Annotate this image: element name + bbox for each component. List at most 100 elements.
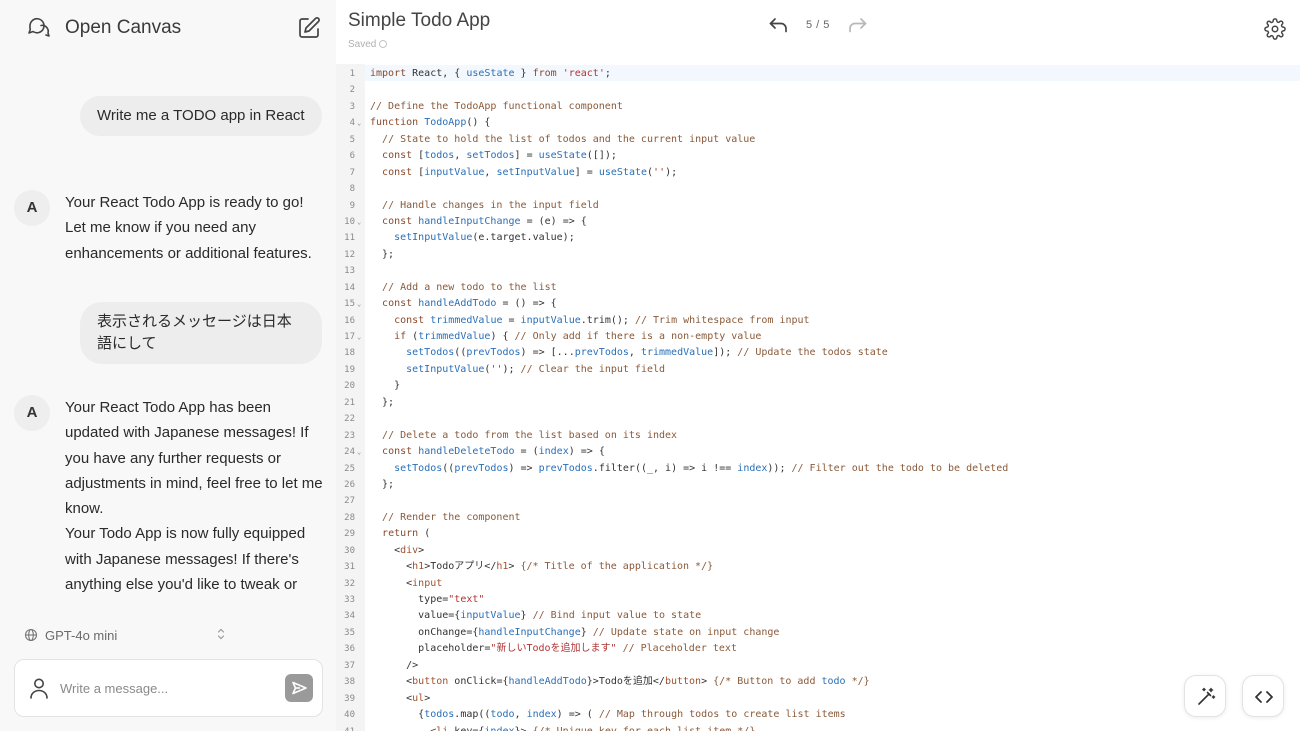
code-line[interactable]: 24 ⌄ const handleDeleteTodo = (index) => … bbox=[336, 444, 1300, 460]
code-line-text: }; bbox=[370, 248, 395, 260]
code-line[interactable]: 16 const trimmedValue = inputValue.trim(… bbox=[336, 313, 1300, 329]
code-line-text: // Render the component bbox=[382, 511, 521, 523]
code-line-text: <h1>Todoアプリ</h1> {/* Title of the applic… bbox=[370, 561, 714, 573]
line-number: 22 bbox=[344, 414, 355, 425]
code-line-text: // Add a new todo to the list bbox=[382, 281, 557, 293]
code-line[interactable]: 1 import React, { useState } from 'react'… bbox=[336, 66, 1300, 82]
code-line[interactable]: 6 const [todos, setTodos] = useState([])… bbox=[336, 148, 1300, 164]
code-line[interactable]: 14 // Add a new todo to the list bbox=[336, 280, 1300, 296]
code-editor[interactable]: 1 import React, { useState } from 'react'… bbox=[336, 64, 1300, 731]
new-chat-icon[interactable] bbox=[296, 15, 322, 41]
code-line[interactable]: 35 onChange={handleInputChange} // Updat… bbox=[336, 625, 1300, 641]
fold-chevron-icon[interactable]: ⌄ bbox=[357, 444, 361, 460]
chat-panel: Open Canvas Write me a TODO app in React… bbox=[0, 0, 336, 731]
code-line[interactable]: 8 bbox=[336, 181, 1300, 197]
code-line[interactable]: 7 const [inputValue, setInputValue] = us… bbox=[336, 165, 1300, 181]
fold-chevron-icon[interactable]: ⌄ bbox=[357, 115, 361, 131]
code-line[interactable]: 41 <li key={index}> {/* Unique key for e… bbox=[336, 724, 1300, 731]
gear-icon[interactable] bbox=[1264, 18, 1286, 40]
code-line[interactable]: 22 bbox=[336, 411, 1300, 427]
saved-check-icon bbox=[379, 40, 388, 48]
code-line[interactable]: 25 setTodos((prevTodos) => prevTodos.fil… bbox=[336, 461, 1300, 477]
code-line[interactable]: 30 <div> bbox=[336, 543, 1300, 559]
code-line-text: <div> bbox=[370, 544, 425, 556]
line-number: 15 bbox=[344, 299, 355, 310]
code-line-text: setInputValue(''); // Clear the input fi… bbox=[406, 363, 666, 375]
user-icon bbox=[30, 678, 48, 699]
code-line[interactable]: 3 // Define the TodoApp functional compon… bbox=[336, 99, 1300, 115]
code-view-button[interactable] bbox=[1242, 675, 1284, 717]
line-number: 30 bbox=[344, 545, 355, 556]
code-line[interactable]: 21 }; bbox=[336, 395, 1300, 411]
code-line-text: <input bbox=[370, 577, 443, 589]
code-line[interactable]: 37 /> bbox=[336, 658, 1300, 674]
save-status: Saved bbox=[348, 39, 388, 50]
code-line-text: setTodos((prevTodos) => [...prevTodos, t… bbox=[406, 347, 888, 359]
code-line[interactable]: 34 value={inputValue} // Bind input valu… bbox=[336, 608, 1300, 624]
fold-chevron-icon[interactable]: ⌄ bbox=[357, 296, 361, 312]
line-number: 3 bbox=[349, 101, 355, 112]
code-line[interactable]: 5 // State to hold the list of todos and… bbox=[336, 132, 1300, 148]
save-status-text: Saved bbox=[348, 39, 377, 50]
code-line[interactable]: 38 <button onClick={handleAddTodo}>Todoを… bbox=[336, 674, 1300, 690]
assistant-avatar: A bbox=[14, 190, 50, 226]
user-message: 表示されるメッセージは日本語にして bbox=[80, 302, 322, 364]
code-line-text: setInputValue(e.target.value); bbox=[394, 232, 575, 244]
code-line[interactable]: 32 <input bbox=[336, 576, 1300, 592]
line-number: 1 bbox=[349, 69, 355, 79]
code-line[interactable]: 10 ⌄ const handleInputChange = (e) => { bbox=[336, 214, 1300, 230]
line-number: 20 bbox=[344, 381, 355, 392]
code-line[interactable]: 39 <ul> bbox=[336, 691, 1300, 707]
code-line-text: // State to hold the list of todos and t… bbox=[382, 133, 756, 145]
code-line[interactable]: 40 {todos.map((todo, index) => ( // Map … bbox=[336, 707, 1300, 723]
magic-wand-button[interactable] bbox=[1184, 675, 1226, 717]
chat-bubbles-icon bbox=[28, 18, 50, 37]
line-number: 40 bbox=[344, 710, 355, 721]
code-line-text: type="text" bbox=[370, 594, 485, 605]
app-title: Open Canvas bbox=[65, 17, 182, 38]
code-line[interactable]: 17 ⌄ if (trimmedValue) { // Only add if t… bbox=[336, 329, 1300, 345]
line-number: 35 bbox=[344, 627, 355, 638]
code-line[interactable]: 29 return ( bbox=[336, 526, 1300, 542]
line-number: 10 bbox=[344, 216, 355, 227]
code-line[interactable]: 15 ⌄ const handleAddTodo = () => { bbox=[336, 296, 1300, 312]
code-line-text: placeholder="新しいTodoを追加します" // Placehold… bbox=[370, 643, 737, 655]
fold-chevron-icon[interactable]: ⌄ bbox=[357, 214, 361, 230]
code-line-text: const handleDeleteTodo = (index) => { bbox=[382, 446, 605, 458]
undo-icon[interactable] bbox=[768, 16, 788, 34]
document-title: Simple Todo App bbox=[348, 10, 491, 31]
code-line[interactable]: 28 // Render the component bbox=[336, 510, 1300, 526]
code-line[interactable]: 2 bbox=[336, 82, 1300, 98]
code-line[interactable]: 31 <h1>Todoアプリ</h1> {/* Title of the app… bbox=[336, 559, 1300, 575]
code-line-text: }; bbox=[370, 396, 395, 408]
code-line[interactable]: 12 }; bbox=[336, 247, 1300, 263]
line-number: 36 bbox=[344, 644, 355, 655]
code-line[interactable]: 23 // Delete a todo from the list based … bbox=[336, 428, 1300, 444]
code-line[interactable]: 13 bbox=[336, 263, 1300, 279]
line-number: 37 bbox=[344, 660, 355, 671]
fold-chevron-icon[interactable]: ⌄ bbox=[357, 329, 361, 345]
message-input[interactable] bbox=[60, 678, 270, 698]
line-number: 7 bbox=[349, 167, 355, 178]
code-line[interactable]: 20 } bbox=[336, 378, 1300, 394]
code-line-text: const trimmedValue = inputValue.trim(); … bbox=[394, 314, 810, 326]
code-line-text: /> bbox=[370, 659, 419, 671]
code-line[interactable]: 27 bbox=[336, 493, 1300, 509]
redo-icon[interactable] bbox=[848, 16, 868, 34]
code-brackets-icon bbox=[1255, 691, 1273, 703]
line-number: 24 bbox=[344, 447, 355, 458]
send-button[interactable] bbox=[285, 674, 313, 702]
code-line[interactable]: 18 setTodos((prevTodos) => [...prevTodos… bbox=[336, 345, 1300, 361]
line-number: 41 bbox=[336, 724, 355, 731]
code-line[interactable]: 11 setInputValue(e.target.value); bbox=[336, 230, 1300, 246]
code-line[interactable]: 26 }; bbox=[336, 477, 1300, 493]
chevron-up-down-icon bbox=[217, 628, 225, 640]
code-line[interactable]: 36 placeholder="新しいTodoを追加します" // Placeh… bbox=[336, 641, 1300, 657]
line-number: 5 bbox=[349, 134, 355, 145]
code-line[interactable]: 4 ⌄ function TodoApp() { bbox=[336, 115, 1300, 131]
model-selector[interactable]: GPT-4o mini bbox=[24, 626, 229, 646]
code-line[interactable]: 33 type="text" bbox=[336, 592, 1300, 608]
code-line[interactable]: 19 setInputValue(''); // Clear the input… bbox=[336, 362, 1300, 378]
code-line[interactable]: 9 // Handle changes in the input field bbox=[336, 198, 1300, 214]
line-number: 29 bbox=[344, 529, 355, 540]
